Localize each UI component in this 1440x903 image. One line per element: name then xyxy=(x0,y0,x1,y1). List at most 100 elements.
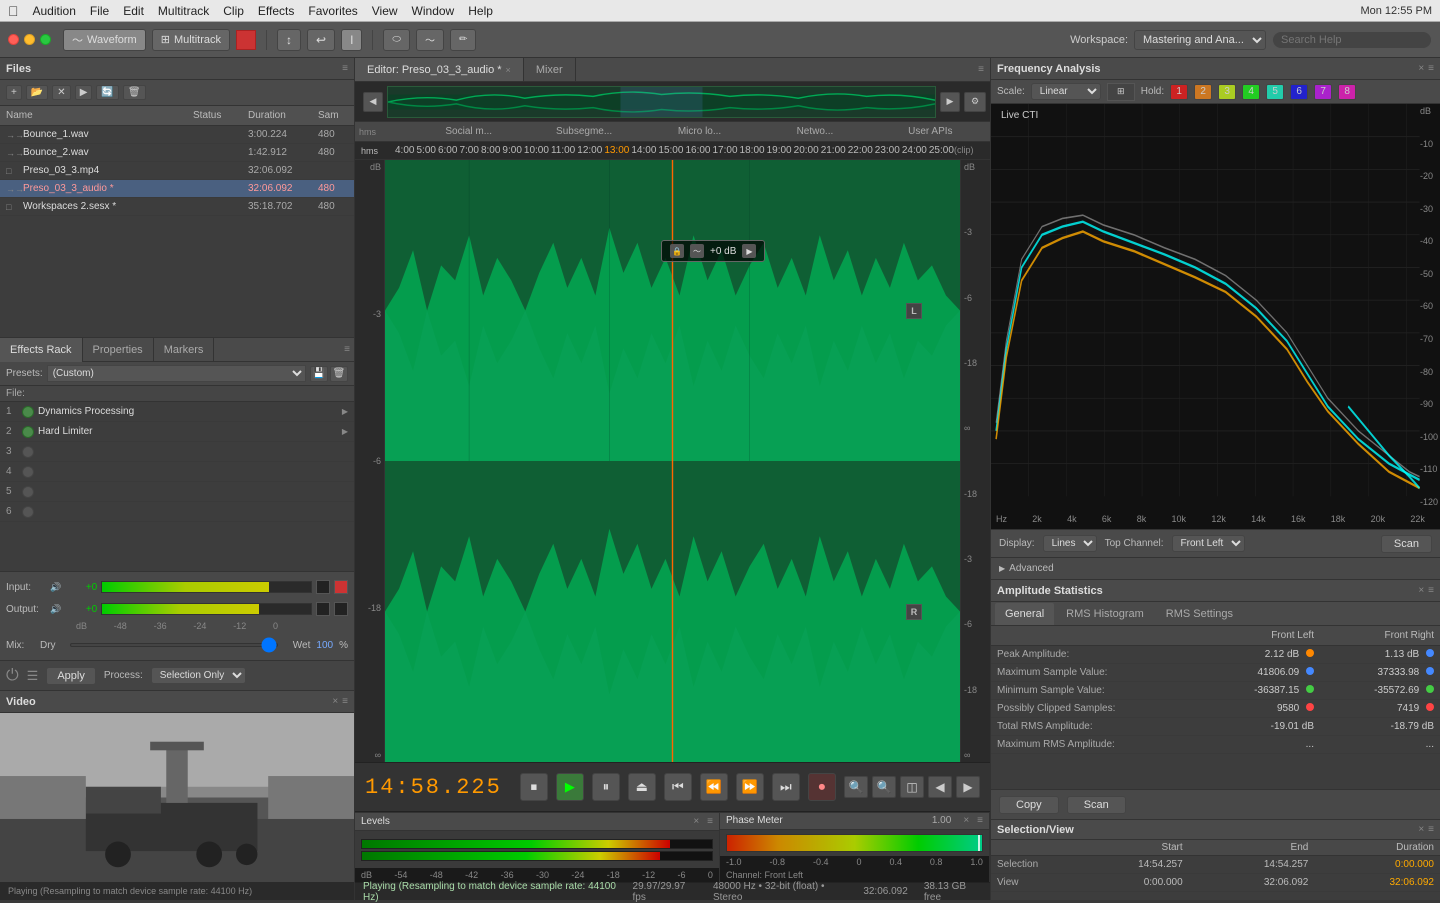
scroll-right-btn[interactable]: ▶ xyxy=(956,776,980,798)
workspace-select[interactable]: Mastering and Ana... xyxy=(1134,30,1266,50)
effect-power-btn[interactable] xyxy=(22,506,34,518)
scale-select[interactable]: Linear xyxy=(1031,83,1101,100)
amp-menu-icon[interactable]: ≡ xyxy=(1428,585,1434,596)
effects-rack-tab[interactable]: Effects Rack xyxy=(0,338,83,362)
video-close-icon[interactable]: × xyxy=(332,696,338,707)
rewind-btn[interactable]: ⏪ xyxy=(700,773,728,801)
freq-close-icon[interactable]: × xyxy=(1418,63,1424,74)
panel-menu-icon[interactable]: ≡ xyxy=(342,63,348,74)
advanced-row[interactable]: ▶ Advanced xyxy=(991,557,1440,579)
minimize-button[interactable] xyxy=(24,34,35,45)
hold-btn-5[interactable]: 5 xyxy=(1266,84,1284,100)
maximize-button[interactable] xyxy=(40,34,51,45)
hold-btn-7[interactable]: 7 xyxy=(1314,84,1332,100)
effect-row-5[interactable]: 5 xyxy=(0,482,354,502)
amp-scan-button[interactable]: Scan xyxy=(1067,796,1126,814)
tab-close-icon[interactable]: × xyxy=(506,65,511,75)
channel-r-btn[interactable]: R xyxy=(906,604,922,620)
skip-start-btn[interactable]: ⏮ xyxy=(664,773,692,801)
new-file-btn[interactable]: + xyxy=(6,85,22,100)
nav-right-btn[interactable]: ▶ xyxy=(940,92,960,112)
markers-tab[interactable]: Markers xyxy=(154,338,215,362)
zoom-in-btn[interactable]: 🔍 xyxy=(844,776,868,798)
effect-row-1[interactable]: 1 Dynamics Processing ▶ xyxy=(0,402,354,422)
rack-menu-icon[interactable]: ≡ xyxy=(344,344,350,355)
top-channel-select[interactable]: Front Left xyxy=(1172,535,1245,552)
l-btn[interactable]: L xyxy=(906,303,922,319)
amp-tab-general[interactable]: General xyxy=(995,603,1054,625)
pause-btn[interactable]: ⏸ xyxy=(592,773,620,801)
stop-btn[interactable]: ⏹ xyxy=(520,773,548,801)
effect-power-btn[interactable] xyxy=(22,486,34,498)
settings-btn[interactable]: ⚙ xyxy=(964,92,986,112)
phase-menu-icon[interactable]: ≡ xyxy=(977,815,983,826)
hold-btn-4[interactable]: 4 xyxy=(1242,84,1260,100)
hold-btn-1[interactable]: 1 xyxy=(1170,84,1188,100)
editor-tab-audio[interactable]: Editor: Preso_03_3_audio * × xyxy=(355,58,524,81)
scroll-left-btn[interactable]: ◀ xyxy=(928,776,952,798)
search-input[interactable] xyxy=(1272,31,1432,49)
effect-row-3[interactable]: 3 xyxy=(0,442,354,462)
lasso-tool[interactable]: ⬭ xyxy=(383,29,410,51)
hold-btn-8[interactable]: 8 xyxy=(1338,84,1356,100)
effect-power-btn[interactable] xyxy=(22,406,34,418)
menu-multitrack[interactable]: Multitrack xyxy=(158,4,209,18)
delete-file-btn[interactable]: 🗑 xyxy=(123,85,146,100)
save-preset-btn[interactable]: 💾 xyxy=(310,366,328,382)
editor-menu-icon[interactable]: ≡ xyxy=(972,58,990,81)
amp-close-icon[interactable]: × xyxy=(1418,585,1424,596)
process-select[interactable]: Selection Only xyxy=(151,667,246,684)
file-row-bounce1[interactable]: →→ Bounce_1.wav 3:00.224 480 xyxy=(0,126,354,144)
effect-row-2[interactable]: 2 Hard Limiter ▶ xyxy=(0,422,354,442)
move-tool[interactable]: ↕ xyxy=(277,29,301,51)
close-file-btn[interactable]: ✕ xyxy=(52,85,70,100)
effect-expand-icon[interactable]: ▶ xyxy=(342,427,348,436)
nav-left-btn[interactable]: ◀ xyxy=(363,92,383,112)
menu-favorites[interactable]: Favorites xyxy=(308,4,357,18)
copy-button[interactable]: Copy xyxy=(999,796,1059,814)
effect-power-btn[interactable] xyxy=(22,466,34,478)
window-controls[interactable] xyxy=(8,34,51,45)
pencil-tool[interactable]: ✏ xyxy=(450,29,476,51)
apply-button[interactable]: Apply xyxy=(46,667,96,685)
menu-file[interactable]: File xyxy=(90,4,109,18)
effect-power-btn[interactable] xyxy=(22,446,34,458)
video-menu-icon[interactable]: ≡ xyxy=(342,696,348,707)
waveform-canvas-area[interactable]: 🔒 〜 +0 dB ▶ L R xyxy=(385,160,960,762)
amp-tab-histogram[interactable]: RMS Histogram xyxy=(1056,603,1154,625)
effect-power-btn[interactable] xyxy=(22,426,34,438)
file-row-audio-active[interactable]: →→ Preso_03_3_audio * 32:06.092 480 xyxy=(0,180,354,198)
record-btn[interactable]: ⏺ xyxy=(808,773,836,801)
multitrack-btn[interactable]: ⊞ Multitrack xyxy=(152,29,230,51)
overview-waveform[interactable] xyxy=(387,86,936,118)
hold-btn-2[interactable]: 2 xyxy=(1194,84,1212,100)
menu-help[interactable]: Help xyxy=(468,4,493,18)
amp-tab-settings[interactable]: RMS Settings xyxy=(1156,603,1243,625)
file-row-mp4[interactable]: □ Preso_03_3.mp4 32:06.092 xyxy=(0,162,354,180)
hold-btn-3[interactable]: 3 xyxy=(1218,84,1236,100)
file-row-bounce2[interactable]: →→ Bounce_2.wav 1:42.912 480 xyxy=(0,144,354,162)
menu-window[interactable]: Window xyxy=(412,4,455,18)
freq-scan-btn[interactable]: Scan xyxy=(1381,535,1432,553)
delete-preset-btn[interactable]: 🗑 xyxy=(330,366,348,382)
waveform-btn[interactable]: 〜 Waveform xyxy=(63,29,146,51)
cursor-tool[interactable]: I xyxy=(341,29,362,51)
freq-menu-icon[interactable]: ≡ xyxy=(1428,63,1434,74)
undo-btn[interactable]: ↩ xyxy=(307,29,335,51)
presets-select[interactable]: (Custom) xyxy=(47,365,306,382)
r-btn[interactable]: R xyxy=(906,604,922,620)
play-btn[interactable]: ▶ xyxy=(556,773,584,801)
skip-end-btn[interactable]: ⏭ xyxy=(772,773,800,801)
levels-menu-icon[interactable]: ≡ xyxy=(707,816,713,827)
list-icon[interactable]: ☰ xyxy=(27,668,39,684)
display-select[interactable]: Lines xyxy=(1043,535,1097,552)
menu-edit[interactable]: Edit xyxy=(123,4,144,18)
eject-btn[interactable]: ⏏ xyxy=(628,773,656,801)
menu-effects[interactable]: Effects xyxy=(258,4,294,18)
sv-menu-icon[interactable]: ≡ xyxy=(1428,824,1434,835)
properties-tab[interactable]: Properties xyxy=(83,338,154,362)
fast-forward-btn[interactable]: ⏩ xyxy=(736,773,764,801)
zoom-out-btn[interactable]: 🔍 xyxy=(872,776,896,798)
file-row-sesx[interactable]: □ Workspaces 2.sesx * 35:18.702 480 xyxy=(0,198,354,216)
play-file-btn[interactable]: ▶ xyxy=(75,85,93,100)
